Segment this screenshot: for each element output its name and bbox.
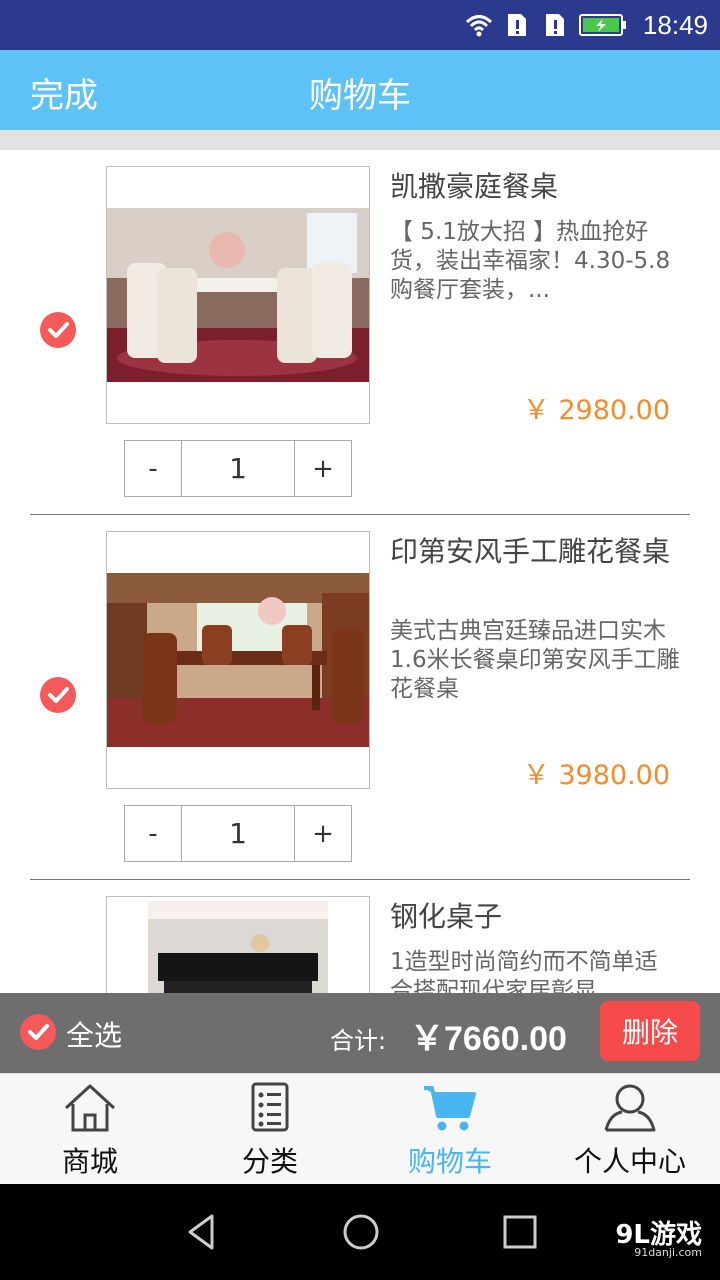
tab-profile[interactable]: 个人中心 bbox=[540, 1074, 720, 1184]
tab-label: 商城 bbox=[61, 1145, 118, 1178]
bottom-tab-bar: 商城 分类 购物车 个人中心 bbox=[0, 1073, 720, 1184]
product-description: 【 5.1放大招 】热血抢好货，装出幸福家！4.30-5.8购餐厅套装，... bbox=[390, 219, 671, 303]
list-icon bbox=[251, 1082, 289, 1132]
person-icon bbox=[604, 1084, 656, 1132]
cart-item: 印第安风手工雕花餐桌 美式古典宫廷臻品进口实木1.6米长餐桌印第安风手工雕花餐桌… bbox=[0, 515, 720, 880]
product-description: 1造型时尚简约而不简单适合搭配现代家居彰显 bbox=[390, 949, 658, 993]
status-icons: 18:49 bbox=[465, 8, 708, 42]
cart-item: 凯撒豪庭餐桌 【 5.1放大招 】热血抢好货，装出幸福家！4.30-5.8购餐厅… bbox=[0, 150, 720, 515]
status-bar: 18:49 bbox=[0, 0, 720, 50]
sim-alert-icon-2 bbox=[545, 14, 564, 36]
back-icon[interactable] bbox=[182, 1212, 222, 1252]
tab-home[interactable]: 商城 bbox=[0, 1074, 180, 1184]
product-price: ￥ 3980.00 bbox=[522, 760, 670, 791]
total-label: 合计: bbox=[330, 1027, 387, 1055]
product-image[interactable] bbox=[106, 166, 370, 424]
product-description: 美式古典宫廷臻品进口实木1.6米长餐桌印第安风手工雕花餐桌 bbox=[390, 618, 680, 702]
glass-table-photo bbox=[148, 901, 328, 993]
check-icon bbox=[48, 322, 69, 338]
decrease-button[interactable]: - bbox=[125, 806, 181, 861]
home-icon bbox=[64, 1084, 116, 1132]
status-time: 18:49 bbox=[642, 9, 708, 40]
tab-label: 个人中心 bbox=[573, 1145, 686, 1178]
quantity-value[interactable]: 1 bbox=[181, 806, 295, 861]
dining-table-photo bbox=[107, 208, 369, 382]
increase-button[interactable]: + bbox=[295, 441, 351, 496]
quantity-value[interactable]: 1 bbox=[181, 441, 295, 496]
header-divider bbox=[0, 130, 720, 150]
cart-icon bbox=[424, 1086, 476, 1131]
system-nav-bar: 9L游戏 91danji.com bbox=[0, 1184, 720, 1280]
check-icon bbox=[48, 687, 69, 703]
carved-table-photo bbox=[107, 573, 369, 747]
quantity-stepper: - 1 + bbox=[124, 440, 352, 497]
tab-cart[interactable]: 购物车 bbox=[360, 1074, 540, 1184]
recents-icon[interactable] bbox=[500, 1212, 540, 1252]
select-all-label[interactable]: 全选 bbox=[66, 1014, 122, 1054]
delete-button[interactable]: 删除 bbox=[600, 1001, 700, 1061]
tab-label: 分类 bbox=[241, 1145, 298, 1178]
product-image[interactable] bbox=[106, 531, 370, 789]
cart-item: 钢化桌子 1造型时尚简约而不简单适合搭配现代家居彰显 bbox=[0, 880, 720, 993]
product-name[interactable]: 凯撒豪庭餐桌 bbox=[390, 170, 680, 204]
home-nav-icon[interactable] bbox=[341, 1212, 381, 1252]
increase-button[interactable]: + bbox=[295, 806, 351, 861]
cart-action-bar: 全选 合计: ￥7660.00 删除 bbox=[0, 993, 720, 1073]
product-name[interactable]: 钢化桌子 bbox=[390, 900, 680, 934]
cart-list[interactable]: 凯撒豪庭餐桌 【 5.1放大招 】热血抢好货，装出幸福家！4.30-5.8购餐厅… bbox=[0, 150, 720, 993]
total-amount: ￥7660.00 bbox=[410, 1020, 567, 1058]
page-title: 购物车 bbox=[309, 76, 411, 116]
done-button[interactable]: 完成 bbox=[30, 68, 98, 117]
wifi-icon bbox=[465, 15, 492, 37]
product-price: ￥ 2980.00 bbox=[522, 395, 670, 426]
check-icon bbox=[28, 1024, 49, 1040]
product-name[interactable]: 印第安风手工雕花餐桌 bbox=[390, 535, 680, 569]
quantity-stepper: - 1 + bbox=[124, 805, 352, 862]
decrease-button[interactable]: - bbox=[125, 441, 181, 496]
watermark: 9L游戏 91danji.com bbox=[615, 1214, 702, 1259]
item-checkbox[interactable] bbox=[40, 677, 76, 713]
header: 购物车 完成 bbox=[0, 50, 720, 130]
select-all-checkbox[interactable] bbox=[20, 1014, 56, 1050]
battery-charging-icon bbox=[578, 14, 626, 36]
sim-alert-icon bbox=[507, 14, 526, 36]
product-image[interactable] bbox=[106, 896, 370, 993]
watermark-url: 91danji.com bbox=[634, 1246, 702, 1259]
tab-category[interactable]: 分类 bbox=[180, 1074, 360, 1184]
item-checkbox[interactable] bbox=[40, 312, 76, 348]
tab-label: 购物车 bbox=[407, 1145, 492, 1178]
